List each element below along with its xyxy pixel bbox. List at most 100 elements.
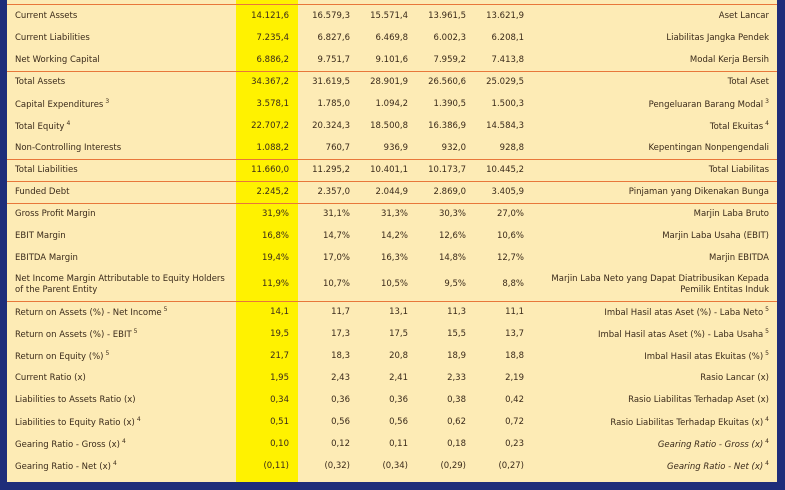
row-label-en: Total Equity 4 — [7, 115, 236, 137]
value-cell: (0,34) — [382, 461, 408, 471]
label-id-text: Pengeluaran Barang Modal — [648, 100, 764, 110]
table-row: Net Income Margin Attributable to Equity… — [7, 269, 777, 302]
footnote-marker: 4 — [66, 120, 71, 127]
value-cell: 12,7% — [496, 253, 524, 263]
row-label-en: Gearing Ratio - Gross (x) 4 — [7, 433, 236, 455]
label-en-text: Non-Controlling Interests — [15, 142, 122, 153]
label-en-text: EBIT Margin — [15, 231, 66, 241]
table-row: EBITDA Margin 19,4% 17,0% 16,3% 14,8% 12,7% Ma… — [7, 247, 777, 269]
footnote-marker: 3 — [765, 98, 769, 105]
label-id-text: Imbal Hasil atas Ekuitas (%) — [644, 352, 764, 362]
value-cell-current-year: 14,1 — [270, 307, 289, 318]
value-cell: 10.173,7 — [414, 159, 472, 182]
table-row: Current Ratio (x) 1,95 2,43 2,41 2,33 2,19 Ras… — [7, 367, 777, 389]
value-cell: 16,3% — [380, 253, 408, 263]
row-label-id: Imbal Hasil atas Aset (%) - Laba Neto 5 — [530, 301, 777, 323]
value-cell: 31.619,5 — [312, 77, 350, 88]
table-row: Capital Expenditures 3 3.578,1 1.785,0 1.094… — [7, 93, 777, 115]
row-label-id: Total Ekuitas 4 — [530, 115, 777, 137]
label-en-text: Current Assets — [15, 11, 78, 21]
row-label-en: Non-Controlling Interests — [7, 137, 236, 160]
value-cell: 928,8 — [472, 137, 530, 160]
value-cell: 10.445,2 — [472, 159, 530, 182]
value-cell: 17,0% — [322, 253, 350, 263]
footnote-marker: 4 — [136, 416, 141, 423]
row-label-en: Total Liabilities — [7, 159, 236, 182]
label-id-text: Marjin EBITDA — [709, 253, 769, 263]
footnote-marker: 4 — [112, 460, 117, 467]
label-en-text: Net Working Capital — [15, 54, 100, 65]
row-label-id: Modal Kerja Bersih — [530, 49, 777, 72]
table-row: Total Equity 4 22.707,2 20.324,3 18.500,8 16.… — [7, 115, 777, 137]
row-label-id: Marjin Laba Bruto — [530, 203, 777, 225]
row-label-id: Aset Lancar — [530, 5, 777, 27]
value-cell: 30,3% — [438, 209, 466, 220]
table-row: Current Assets 14.121,6 16.579,3 15.571,4 13… — [7, 5, 777, 27]
value-cell: 0,42 — [505, 395, 524, 405]
value-cell: 20,8 — [389, 351, 408, 361]
row-label-id: Rasio Liabilitas Terhadap Aset (x) — [530, 389, 777, 411]
value-cell: 16.579,3 — [312, 11, 350, 21]
value-cell: 6.002,3 — [433, 33, 466, 43]
table-row: Gearing Ratio - Net (x) 4 (0,11) (0,32) (0,3… — [7, 455, 777, 477]
value-cell: 9,5% — [414, 269, 472, 302]
value-cell-current-year: 1,95 — [270, 373, 289, 383]
value-cell: 10,6% — [496, 231, 524, 241]
row-label-en: Liabilities to Assets Ratio (x) — [7, 389, 236, 411]
footnote-marker: 5 — [765, 328, 769, 335]
table-row: Gearing Ratio - Gross (x) 4 0,10 0,12 0,11 0,… — [7, 433, 777, 455]
footnote-marker: 5 — [765, 350, 769, 357]
row-label-en: Gearing Ratio - Net (x) 4 — [7, 455, 236, 477]
value-cell: 13.961,5 — [428, 11, 466, 21]
value-cell: 10.401,1 — [356, 159, 414, 182]
value-cell: 26.560,6 — [428, 77, 466, 88]
label-id-text: Aset Lancar — [718, 11, 769, 21]
value-cell-current-year: 14.121,6 — [251, 11, 289, 21]
value-cell: 0,56 — [389, 417, 408, 427]
value-cell-current-year: 21,7 — [270, 351, 289, 361]
value-cell: 13,7 — [505, 329, 524, 339]
value-cell: 0,11 — [389, 439, 408, 449]
value-cell: (0,29) — [440, 461, 466, 471]
value-cell: 0,36 — [389, 395, 408, 405]
row-label-id: Gearing Ratio - Gross (x) 4 — [530, 433, 777, 455]
table-row: Liabilities to Equity Ratio (x) 4 0,51 0,56… — [7, 411, 777, 433]
table-row: EBIT Margin 16,8% 14,7% 14,2% 12,6% 10,6% Marj… — [7, 225, 777, 247]
row-label-en: EBIT Margin — [7, 225, 236, 247]
row-label-en: Liabilities to Equity Ratio (x) 4 — [7, 411, 236, 433]
value-cell-current-year: 3.578,1 — [256, 99, 289, 109]
label-en-text: Total Assets — [15, 77, 66, 88]
row-label-id: Pengeluaran Barang Modal 3 — [530, 93, 777, 115]
label-id-text: Rasio Liabilitas Terhadap Aset (x) — [628, 395, 769, 405]
value-cell: 1.390,5 — [433, 99, 466, 109]
value-cell: 1.500,3 — [491, 99, 524, 109]
label-id-text: Marjin Laba Usaha (EBIT) — [662, 231, 769, 241]
value-cell: 14,8% — [438, 253, 466, 263]
row-label-id: Total Liabilitas — [530, 159, 777, 182]
table-row: Return on Equity (%) 5 21,7 18,3 20,8 18,9 18,… — [7, 345, 777, 367]
value-cell: 1.785,0 — [317, 99, 350, 109]
label-en-text: Funded Debt — [15, 187, 70, 197]
footnote-marker: 4 — [121, 438, 126, 445]
table-row: Total Assets 34.367,2 31.619,5 28.901,9 26.5… — [7, 71, 777, 93]
footnote-marker: 5 — [105, 350, 110, 357]
value-cell: 2.357,0 — [298, 181, 356, 204]
row-label-en: Return on Equity (%) 5 — [7, 345, 236, 367]
value-cell: 9.751,7 — [298, 49, 356, 72]
value-cell: 15,5 — [447, 329, 466, 339]
value-cell: 6.469,8 — [375, 33, 408, 43]
value-cell: 28.901,9 — [370, 77, 408, 88]
value-cell: (0,32) — [324, 461, 350, 471]
table-row: Net Working Capital 6.886,2 9.751,7 9.101,6… — [7, 49, 777, 72]
label-en-text: Return on Equity (%) — [15, 352, 104, 362]
financial-ratios-table: Current Assets 14.121,6 16.579,3 15.571,4 13… — [7, 5, 777, 477]
value-cell: 2,33 — [447, 373, 466, 383]
label-id-text: Kepentingan Nonpengendali — [648, 142, 769, 153]
value-cell-current-year: 31,9% — [261, 209, 289, 220]
label-id-text: Pinjaman yang Dikenakan Bunga — [628, 187, 769, 197]
row-label-en: Return on Assets (%) - EBIT 5 — [7, 323, 236, 345]
value-cell: 932,0 — [414, 137, 472, 160]
value-cell: 9.101,6 — [356, 49, 414, 72]
label-id-text: Total Aset — [727, 77, 769, 88]
value-cell: 2.044,9 — [356, 181, 414, 204]
